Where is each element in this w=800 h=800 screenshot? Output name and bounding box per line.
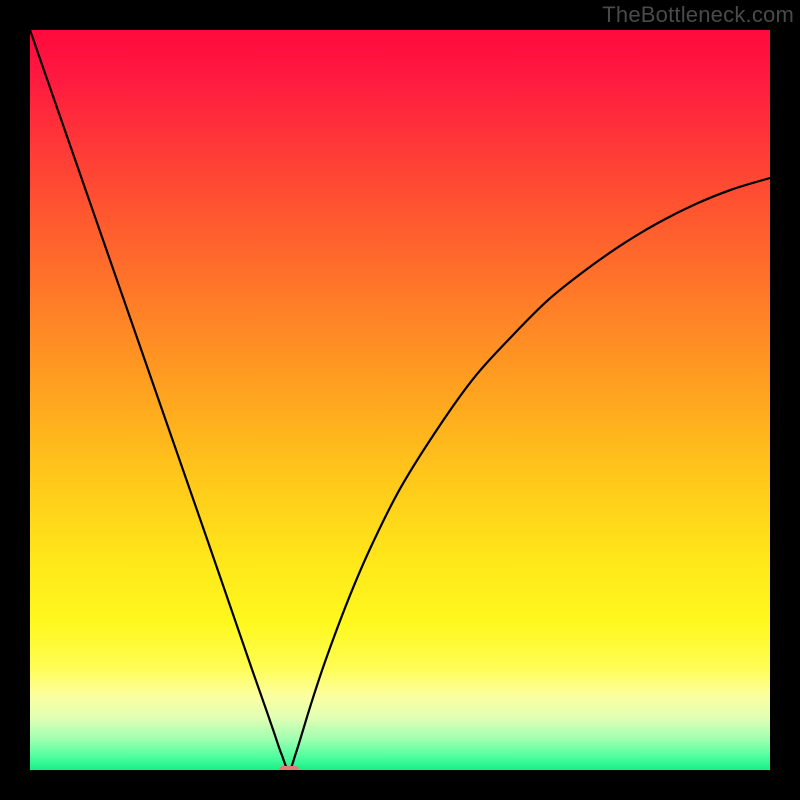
watermark-text: TheBottleneck.com [602,2,794,28]
plot-area [30,30,770,770]
chart-frame: TheBottleneck.com [0,0,800,800]
bottleneck-curve [30,30,770,770]
min-marker [279,766,298,770]
